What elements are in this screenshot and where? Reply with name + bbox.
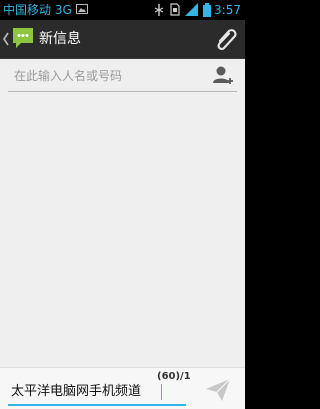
picture-icon [76,3,88,18]
carrier-label: 中国移动 3G [3,3,72,17]
action-bar: 新信息 [0,20,245,59]
char-counter: (60)/1 [157,371,191,382]
battery-icon [203,3,211,20]
messaging-app-icon[interactable] [11,25,35,51]
signal-icon [185,3,198,19]
sim-icon [170,3,180,19]
back-chevron-icon[interactable] [3,31,9,50]
conversation-area [0,59,245,367]
add-contact-icon[interactable] [212,64,234,86]
text-cursor [161,384,162,400]
message-field[interactable]: 太平洋电脑网手机频道 [8,382,186,406]
status-bar: 中国移动 3G 3:57 [0,0,245,20]
compose-bar: (60)/1 太平洋电脑网手机频道 [0,367,245,409]
page-title: 新信息 [39,31,81,47]
send-icon[interactable] [205,378,231,402]
recipient-underline [8,91,237,92]
recipient-input[interactable] [8,65,209,87]
clock: 3:57 [214,3,241,17]
message-text: 太平洋电脑网手机频道 [11,384,142,399]
usb-debug-icon [153,3,165,20]
attach-icon[interactable] [214,26,238,52]
recipient-row [8,59,237,95]
